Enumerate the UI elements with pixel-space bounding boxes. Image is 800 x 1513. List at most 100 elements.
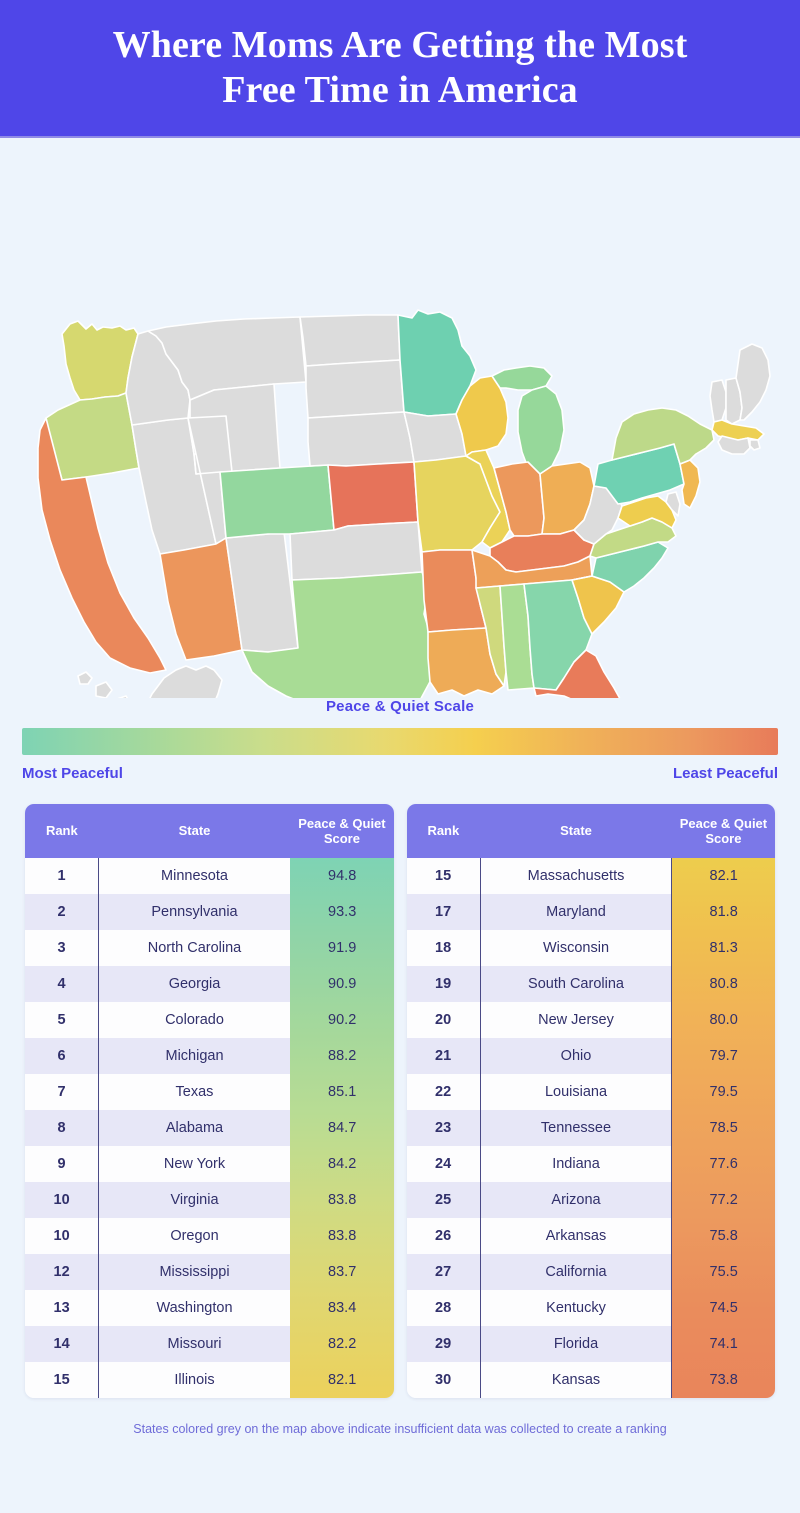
cell-score: 80.8 [709,976,738,992]
table-row: 13 Washington 83.4 [25,1290,394,1326]
cell-rank: 10 [25,1182,99,1218]
cell-score: 78.5 [709,1120,738,1136]
cell-score: 90.9 [328,976,357,992]
state-nebraska [307,411,415,467]
cell-rank: 23 [406,1110,481,1146]
cell-rank: 28 [406,1290,481,1326]
cell-score: 81.3 [709,940,738,956]
cell-rank: 29 [406,1326,481,1362]
table-header-row: Rank State Peace & Quiet Score [25,804,394,858]
table-row: 12 Mississippi 83.7 [25,1254,394,1290]
cell-score: 84.7 [328,1120,357,1136]
table-row: 19 South Carolina 80.8 [406,966,776,1002]
cell-rank: 24 [406,1146,481,1182]
cell-score: 85.1 [328,1084,357,1100]
legend-label-least-peaceful: Least Peaceful [672,765,778,782]
infographic-page: Where Moms Are Getting the Most Free Tim… [0,0,800,1513]
cell-state: Illinois [98,1362,291,1398]
cell-score: 94.8 [328,868,357,884]
table-row: 10 Virginia 83.8 [25,1182,394,1218]
cell-score: 90.2 [328,1012,357,1028]
cell-score: 79.5 [709,1084,738,1100]
table-row: 14 Missouri 82.2 [25,1326,394,1362]
cell-state: Louisiana [479,1074,673,1110]
cell-rank: 25 [406,1182,481,1218]
state-maine [735,343,771,421]
cell-score: 75.5 [709,1264,738,1280]
cell-state: Pennsylvania [98,894,291,930]
cell-rank: 6 [25,1038,99,1074]
cell-score: 83.8 [328,1228,357,1244]
table-row: 20 New Jersey 80.0 [406,1002,776,1038]
state-michigan [517,385,565,475]
cell-rank: 13 [25,1290,99,1326]
table-row: 2 Pennsylvania 93.3 [25,894,394,930]
cell-score: 82.2 [328,1336,357,1352]
cell-rank: 15 [406,858,481,894]
header-state: State [98,804,291,858]
header-state: State [480,804,672,858]
footnote: States colored grey on the map above ind… [133,1422,667,1436]
table-row: 10 Oregon 83.8 [25,1218,394,1254]
cell-rank: 3 [25,930,99,966]
cell-state: Missouri [98,1326,291,1362]
table-row: 29 Florida 74.1 [406,1326,776,1362]
cell-state: Alabama [98,1110,291,1146]
table-row: 24 Indiana 77.6 [406,1146,776,1182]
cell-state: Maryland [479,894,673,930]
cell-state: Arkansas [479,1218,673,1254]
table-row: 30 Kansas 73.8 [406,1362,776,1398]
cell-rank: 27 [406,1254,481,1290]
state-colorado [219,464,335,539]
cell-state: California [479,1254,673,1290]
cell-state: Kentucky [479,1290,673,1326]
cell-score: 82.1 [328,1372,357,1388]
table-row: 8 Alabama 84.7 [25,1110,394,1146]
state-vermont [709,379,727,423]
rankings-table-left: Rank State Peace & Quiet Score 1 Minnesot… [25,804,394,1398]
state-rhode-island [749,439,761,451]
header-rank: Rank [25,804,99,858]
cell-rank: 18 [406,930,481,966]
cell-score: 80.0 [709,1012,738,1028]
header-score: Peace & Quiet Score [671,804,775,858]
cell-state: Minnesota [98,858,291,894]
table-row: 1 Minnesota 94.8 [25,858,394,894]
cell-state: Washington [98,1290,291,1326]
table-left-head: Rank State Peace & Quiet Score [25,804,394,858]
header-rank: Rank [406,804,481,858]
cell-state: Florida [479,1326,673,1362]
legend-label-most-peaceful: Most Peaceful [22,765,123,782]
table-row: 15 Massachusetts 82.1 [406,858,776,894]
cell-rank: 7 [25,1074,99,1110]
cell-state: Kansas [479,1362,673,1398]
state-hawaii [77,671,129,698]
cell-state: Oregon [98,1218,291,1254]
cell-state: Texas [98,1074,291,1110]
state-kansas [327,461,419,531]
cell-rank: 14 [25,1326,99,1362]
cell-rank: 19 [406,966,481,1002]
cell-score: 83.7 [328,1264,357,1280]
cell-score: 88.2 [328,1048,357,1064]
legend-gradient-bar [22,728,778,755]
table-right-head: Rank State Peace & Quiet Score [406,804,775,858]
table-row: 27 California 75.5 [406,1254,776,1290]
cell-score: 75.8 [709,1228,738,1244]
cell-state: Tennessee [479,1110,673,1146]
cell-score: 81.8 [709,904,738,920]
cell-state: North Carolina [98,930,291,966]
table-right-body: 15 Massachusetts 82.1 17 Maryland 81.8 18 Wisco… [406,858,776,1398]
table-row: 22 Louisiana 79.5 [406,1074,776,1110]
cell-rank: 22 [406,1074,481,1110]
legend: Peace & Quiet Scale Most Peaceful Least … [0,698,800,782]
cell-rank: 5 [25,1002,99,1038]
cell-rank: 4 [25,966,99,1002]
header-banner: Where Moms Are Getting the Most Free Tim… [0,0,800,138]
state-north-dakota [299,314,401,367]
cell-state: Arizona [479,1182,673,1218]
cell-state: Mississippi [98,1254,291,1290]
table-row: 26 Arkansas 75.8 [406,1218,776,1254]
cell-state: South Carolina [479,966,673,1002]
table-row: 21 Ohio 79.7 [406,1038,776,1074]
